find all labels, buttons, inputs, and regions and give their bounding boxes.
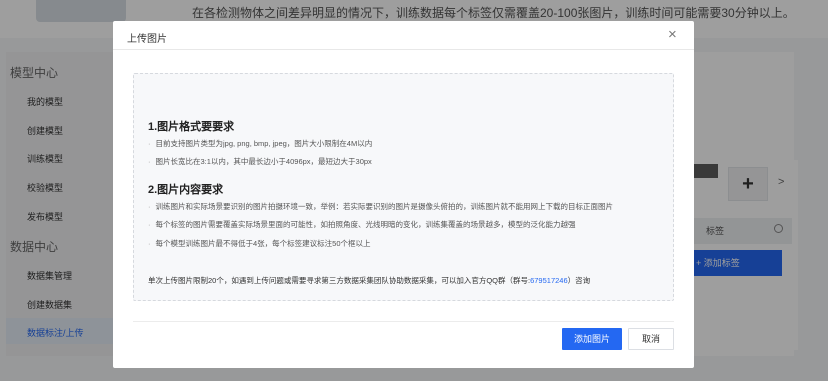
format-rule: · 目前支持图片类型为jpg, png, bmp, jpeg，图片大小限制在4M以…	[148, 139, 373, 148]
cancel-button[interactable]: 取消	[628, 328, 674, 350]
format-requirements-title: 1.图片格式要要求	[148, 121, 235, 133]
upload-image-dialog: 上传图片 × 1.图片格式要要求 · 目前支持图片类型为jpg, png, bmp…	[113, 21, 694, 368]
bullet-icon: ·	[148, 239, 151, 248]
add-image-confirm-button[interactable]: 添加图片	[562, 328, 622, 350]
content-rule: · 每个模型训练图片最不得低于4张，每个标签建议标注50个框以上	[148, 239, 371, 248]
close-icon[interactable]: ×	[668, 27, 677, 42]
content-requirements-title: 2.图片内容要求	[148, 184, 224, 196]
upload-limit-note: 单次上传图片限制20个，如遇到上传问题或需要寻求第三方数据采集团队协助数据采集，…	[148, 276, 591, 285]
dialog-title: 上传图片	[127, 34, 167, 45]
bullet-icon: ·	[148, 157, 151, 166]
requirements-box: 1.图片格式要要求 · 目前支持图片类型为jpg, png, bmp, jpeg，…	[133, 73, 674, 301]
bullet-icon: ·	[148, 202, 151, 211]
qq-group-link[interactable]: 679517246	[530, 276, 568, 285]
dialog-footer-divider	[133, 321, 674, 322]
bullet-icon: ·	[148, 139, 151, 148]
content-rule: · 训练图片和实际场景要识别的图片拍摄环境一致，举例：若实际要识别的图片是摄像头俯…	[148, 202, 613, 211]
bullet-icon: ·	[148, 220, 151, 229]
format-rule: · 图片长宽比在3:1以内，其中最长边小于4096px，最短边大于30px	[148, 157, 372, 166]
dialog-header: 上传图片 ×	[113, 21, 694, 50]
content-rule: · 每个标签的图片需要覆盖实际场景里面的可能性，如拍照角度、光线明暗的变化，训练集…	[148, 220, 576, 229]
